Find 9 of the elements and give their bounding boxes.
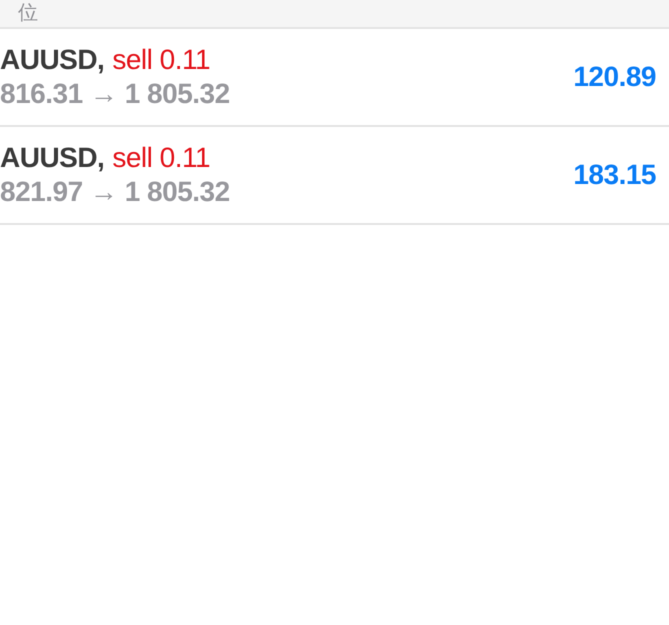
order-label: sell 0.11 [112, 43, 210, 77]
symbol-label: AUUSD, [0, 141, 104, 175]
section-header: 位 [18, 0, 38, 24]
profit-value: 183.15 [573, 158, 656, 192]
profit-value: 120.89 [573, 60, 656, 94]
price-range: 821.97 → 1 805.32 [0, 175, 230, 209]
price-range: 816.31 → 1 805.32 [0, 77, 230, 111]
symbol-label: AUUSD, [0, 43, 104, 77]
order-label: sell 0.11 [112, 141, 210, 175]
